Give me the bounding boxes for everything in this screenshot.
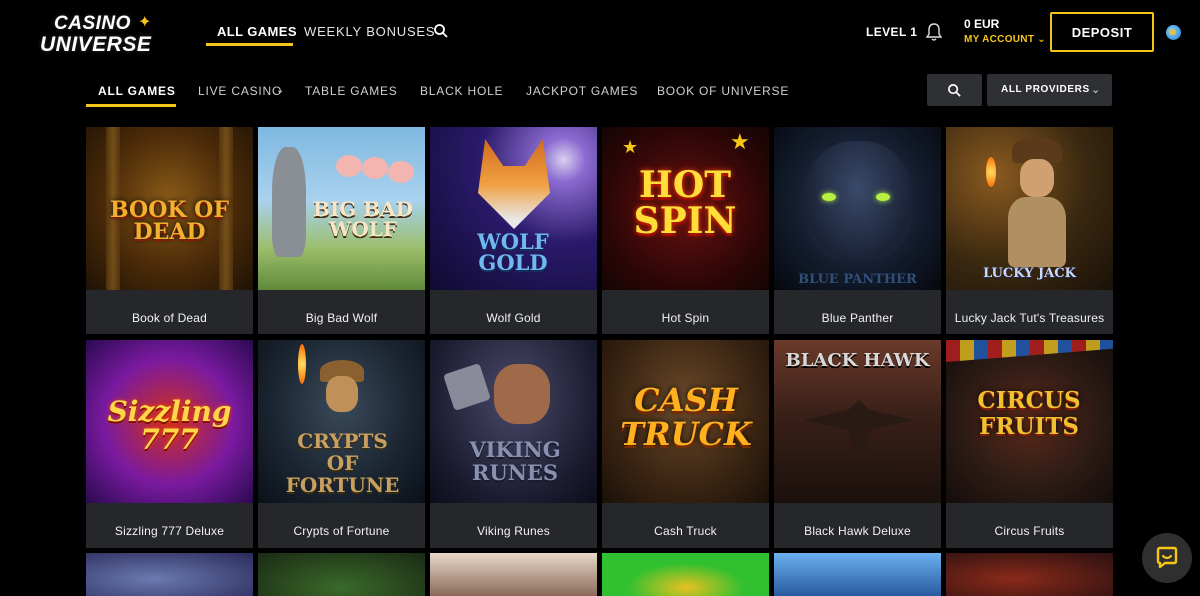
casino-universe-logo[interactable]: CASINO ✦ UNIVERSE <box>40 11 160 59</box>
game-art-title: HOT SPIN <box>633 164 737 242</box>
chat-button[interactable] <box>1142 533 1192 583</box>
nav-all-games[interactable]: ALL GAMES <box>217 24 297 39</box>
game-art: LUCKY JACK <box>946 127 1113 290</box>
logo-line1: CASINO <box>54 13 131 34</box>
game-art: BIG BAD WOLF <box>258 127 425 290</box>
game-tile-lucky-jack[interactable]: LUCKY JACK Lucky Jack Tut's Treasures <box>946 127 1113 334</box>
search-icon <box>948 83 961 97</box>
game-tile-hot-spin[interactable]: ★ ★ HOT SPIN Hot Spin <box>602 127 769 334</box>
game-art: Sizzling 777 <box>86 340 253 503</box>
game-art-title: BOOK OF DEAD <box>110 197 229 245</box>
game-title: Black Hawk Deluxe <box>804 524 911 538</box>
nav-active-underline <box>206 43 293 46</box>
game-tile-cash-truck[interactable]: CASH TRUCK Cash Truck <box>602 340 769 548</box>
game-title: Crypts of Fortune <box>293 524 390 538</box>
search-icon[interactable] <box>433 23 449 39</box>
game-art-title: VIKING RUNES <box>469 437 561 486</box>
game-tile-big-bad-wolf[interactable]: BIG BAD WOLF Big Bad Wolf <box>258 127 425 334</box>
game-tile-crypts-of-fortune[interactable]: CRYPTS OF FORTUNE Crypts of Fortune <box>258 340 425 548</box>
game-art: BLUE PANTHER <box>774 127 941 290</box>
globe-icon[interactable] <box>1166 25 1181 40</box>
logo-line2: UNIVERSE <box>40 33 152 56</box>
game-title: Viking Runes <box>477 524 550 538</box>
chevron-down-icon[interactable]: ⌄ <box>276 85 284 96</box>
providers-label: ALL PROVIDERS <box>1001 84 1090 95</box>
game-art-title: WOLF GOLD <box>477 229 549 275</box>
game-tile-circus-fruits[interactable]: CIRCUS FRUITS Circus Fruits <box>946 340 1113 548</box>
balance-amount: 0 EUR <box>964 17 1000 31</box>
game-art: CIRCUS FRUITS <box>946 340 1113 503</box>
game-art-title: Sizzling 777 <box>107 395 232 456</box>
game-art: CRYPTS OF FORTUNE <box>258 340 425 503</box>
game-tile-blue-panther[interactable]: BLUE PANTHER Blue Panther <box>774 127 941 334</box>
game-tile-partial[interactable] <box>430 553 597 596</box>
providers-dropdown[interactable]: ALL PROVIDERS ⌄ <box>987 74 1112 106</box>
game-tile-wolf-gold[interactable]: WOLF GOLD Wolf Gold <box>430 127 597 334</box>
game-title: Cash Truck <box>654 524 717 538</box>
game-tile-partial[interactable] <box>86 553 253 596</box>
game-art-title: BLUE PANTHER <box>798 272 917 287</box>
game-art: WOLF GOLD <box>430 127 597 290</box>
game-title: Sizzling 777 Deluxe <box>114 524 225 538</box>
tab-live-casino[interactable]: LIVE CASINO <box>198 84 282 98</box>
game-art-title: CASH TRUCK <box>620 381 752 453</box>
logo-star-icon: ✦ <box>138 14 152 31</box>
game-art: BLACK HAWK <box>774 340 941 503</box>
game-title: Big Bad Wolf <box>305 311 378 325</box>
game-title: Book of Dead <box>131 311 208 325</box>
tab-book-of-universe[interactable]: BOOK OF UNIVERSE <box>657 84 789 98</box>
game-tile-black-hawk[interactable]: BLACK HAWK Black Hawk Deluxe <box>774 340 941 548</box>
game-art-title: CIRCUS FRUITS <box>977 387 1081 441</box>
bell-icon[interactable] <box>925 22 943 42</box>
game-search-button[interactable] <box>927 74 982 106</box>
tab-table-games[interactable]: TABLE GAMES <box>305 84 398 98</box>
game-art: ★ ★ HOT SPIN <box>602 127 769 290</box>
game-art: BOOK OF DEAD <box>86 127 253 290</box>
game-art-title: BLACK HAWK <box>785 350 930 371</box>
game-title: Lucky Jack Tut's Treasures <box>954 311 1105 325</box>
tab-black-hole[interactable]: BLACK HOLE <box>420 84 503 98</box>
game-title: Hot Spin <box>661 311 710 325</box>
chat-icon <box>1156 546 1178 569</box>
nav-weekly-bonuses[interactable]: WEEKLY BONUSES <box>304 24 435 39</box>
game-tile-sizzling-777[interactable]: Sizzling 777 Sizzling 777 Deluxe <box>86 340 253 548</box>
deposit-button[interactable]: DEPOSIT <box>1050 12 1154 52</box>
tab-active-underline <box>86 104 176 107</box>
game-tile-partial[interactable] <box>946 553 1113 596</box>
game-art-title: LUCKY JACK <box>983 266 1076 281</box>
game-title: Circus Fruits <box>994 524 1065 538</box>
game-art: VIKING RUNES <box>430 340 597 503</box>
game-tile-book-of-dead[interactable]: BOOK OF DEAD Book of Dead <box>86 127 253 334</box>
level-indicator: LEVEL 1 <box>866 25 918 39</box>
game-art-title: BIG BAD WOLF <box>312 197 414 241</box>
game-title: Wolf Gold <box>486 311 541 325</box>
game-art-title: CRYPTS OF FORTUNE <box>285 429 400 497</box>
my-account-link[interactable]: MY ACCOUNT ⌄ <box>964 34 1046 45</box>
tab-jackpot-games[interactable]: JACKPOT GAMES <box>526 84 638 98</box>
game-tile-partial[interactable] <box>774 553 941 596</box>
game-tile-viking-runes[interactable]: VIKING RUNES Viking Runes <box>430 340 597 548</box>
game-tile-partial[interactable] <box>258 553 425 596</box>
deposit-label: DEPOSIT <box>1071 24 1133 40</box>
chevron-down-icon: ⌄ <box>1091 84 1101 96</box>
game-art: CASH TRUCK <box>602 340 769 503</box>
game-title: Blue Panther <box>821 311 894 325</box>
game-tile-partial[interactable] <box>602 553 769 596</box>
tab-all-games[interactable]: ALL GAMES <box>98 84 176 98</box>
